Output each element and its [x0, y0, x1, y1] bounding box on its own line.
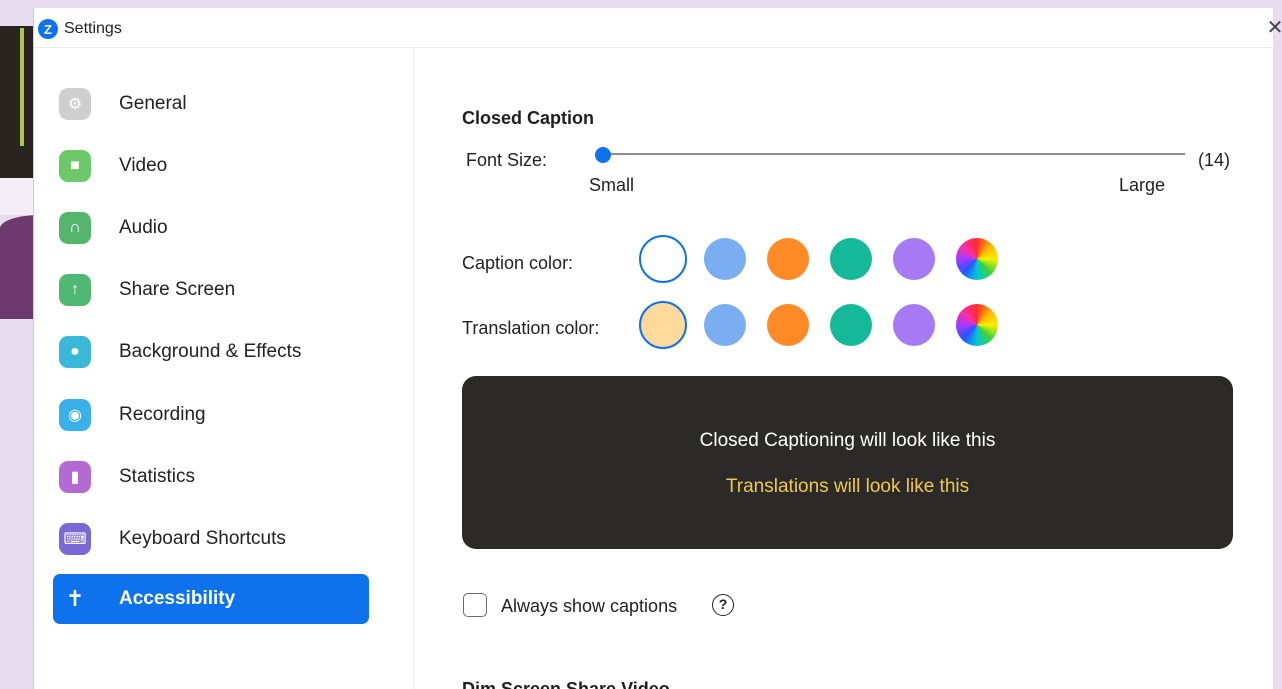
slider-max-label: Large	[1119, 175, 1166, 195]
share-screen-icon: ↑	[59, 274, 91, 306]
caption-color-swatch-custom[interactable]	[956, 238, 998, 280]
settings-sidebar: ⚙ General ■ Video ∩ Audio ↑ Share Screen ● Backgr…	[34, 48, 414, 689]
translation-color-label: Translation color:	[462, 318, 600, 338]
dim-screen-share-heading: Dim Screen Share Video	[462, 679, 670, 689]
closed-caption-heading: Closed Caption	[462, 108, 595, 128]
gear-icon: ⚙	[59, 88, 91, 120]
sidebar-item-label: Keyboard Shortcuts	[119, 528, 286, 549]
translation-color-swatch-2[interactable]	[704, 304, 746, 346]
accessibility-panel: Closed Caption Font Size: (14) Small Lar…	[415, 48, 1274, 689]
translation-color-swatch-3[interactable]	[767, 304, 809, 346]
caption-color-swatch-1[interactable]	[639, 235, 687, 283]
font-size-slider[interactable]	[595, 147, 1185, 163]
translation-color-swatch-1[interactable]	[639, 301, 687, 349]
sidebar-item-background-effects[interactable]: ● Background & Effects	[53, 327, 369, 377]
translation-color-swatch-custom[interactable]	[956, 304, 998, 346]
sidebar-item-accessibility[interactable]: ✝ Accessibility	[53, 574, 369, 624]
sidebar-item-statistics[interactable]: ▮ Statistics	[53, 452, 369, 502]
caption-color-swatch-2[interactable]	[704, 238, 746, 280]
sidebar-item-recording[interactable]: ◉ Recording	[53, 390, 369, 440]
sidebar-item-general[interactable]: ⚙ General	[53, 79, 369, 129]
caption-preview-box: Closed Captioning will look like this Tr…	[462, 376, 1233, 549]
statistics-icon: ▮	[59, 461, 91, 493]
video-tile-border	[20, 28, 24, 146]
keyboard-icon: ⌨	[59, 523, 91, 555]
caption-color-label: Caption color:	[462, 253, 574, 273]
background-person-icon: ●	[59, 336, 91, 368]
sidebar-item-label: General	[119, 93, 187, 114]
preview-translation-text: Translations will look like this	[725, 476, 970, 497]
sidebar-item-label: Audio	[119, 217, 168, 238]
sidebar-item-label: Accessibility	[119, 588, 236, 609]
slider-thumb[interactable]	[595, 147, 611, 163]
help-icon[interactable]: ?	[712, 594, 734, 616]
sidebar-item-label: Recording	[119, 404, 206, 425]
sidebar-item-share-screen[interactable]: ↑ Share Screen	[53, 265, 369, 315]
sidebar-item-label: Background & Effects	[119, 341, 302, 362]
sidebar-item-label: Statistics	[119, 466, 196, 487]
accessibility-icon: ✝	[65, 586, 85, 611]
always-show-captions-checkbox[interactable]	[463, 593, 487, 617]
preview-caption-text: Closed Captioning will look like this	[699, 430, 996, 451]
font-size-value: (14)	[1198, 150, 1231, 170]
caption-color-swatch-4[interactable]	[830, 238, 872, 280]
headphones-icon: ∩	[59, 212, 91, 244]
slider-min-label: Small	[589, 175, 635, 195]
translation-color-swatch-5[interactable]	[893, 304, 935, 346]
window-title: Settings	[64, 20, 122, 37]
caption-color-swatch-3[interactable]	[767, 238, 809, 280]
video-camera-icon: ■	[59, 150, 91, 182]
always-show-captions-label[interactable]: Always show captions	[501, 596, 677, 617]
translation-color-swatch-4[interactable]	[830, 304, 872, 346]
sidebar-item-keyboard-shortcuts[interactable]: ⌨ Keyboard Shortcuts	[53, 514, 369, 564]
zoom-logo-icon: Z	[38, 19, 58, 39]
sidebar-item-label: Share Screen	[119, 279, 236, 300]
close-icon[interactable]: ✕	[1263, 16, 1282, 40]
settings-window: Z Settings ✕ ⚙ General ■ Video ∩ Audio ↑ Share …	[33, 8, 1282, 689]
slider-track[interactable]	[601, 153, 1185, 155]
font-size-label: Font Size:	[466, 150, 548, 170]
caption-color-swatch-5[interactable]	[893, 238, 935, 280]
sidebar-item-video[interactable]: ■ Video	[53, 141, 369, 191]
recording-icon: ◉	[59, 399, 91, 431]
sidebar-item-audio[interactable]: ∩ Audio	[53, 203, 369, 253]
title-bar: Z Settings ✕	[34, 8, 1282, 48]
sidebar-item-label: Video	[119, 155, 168, 176]
